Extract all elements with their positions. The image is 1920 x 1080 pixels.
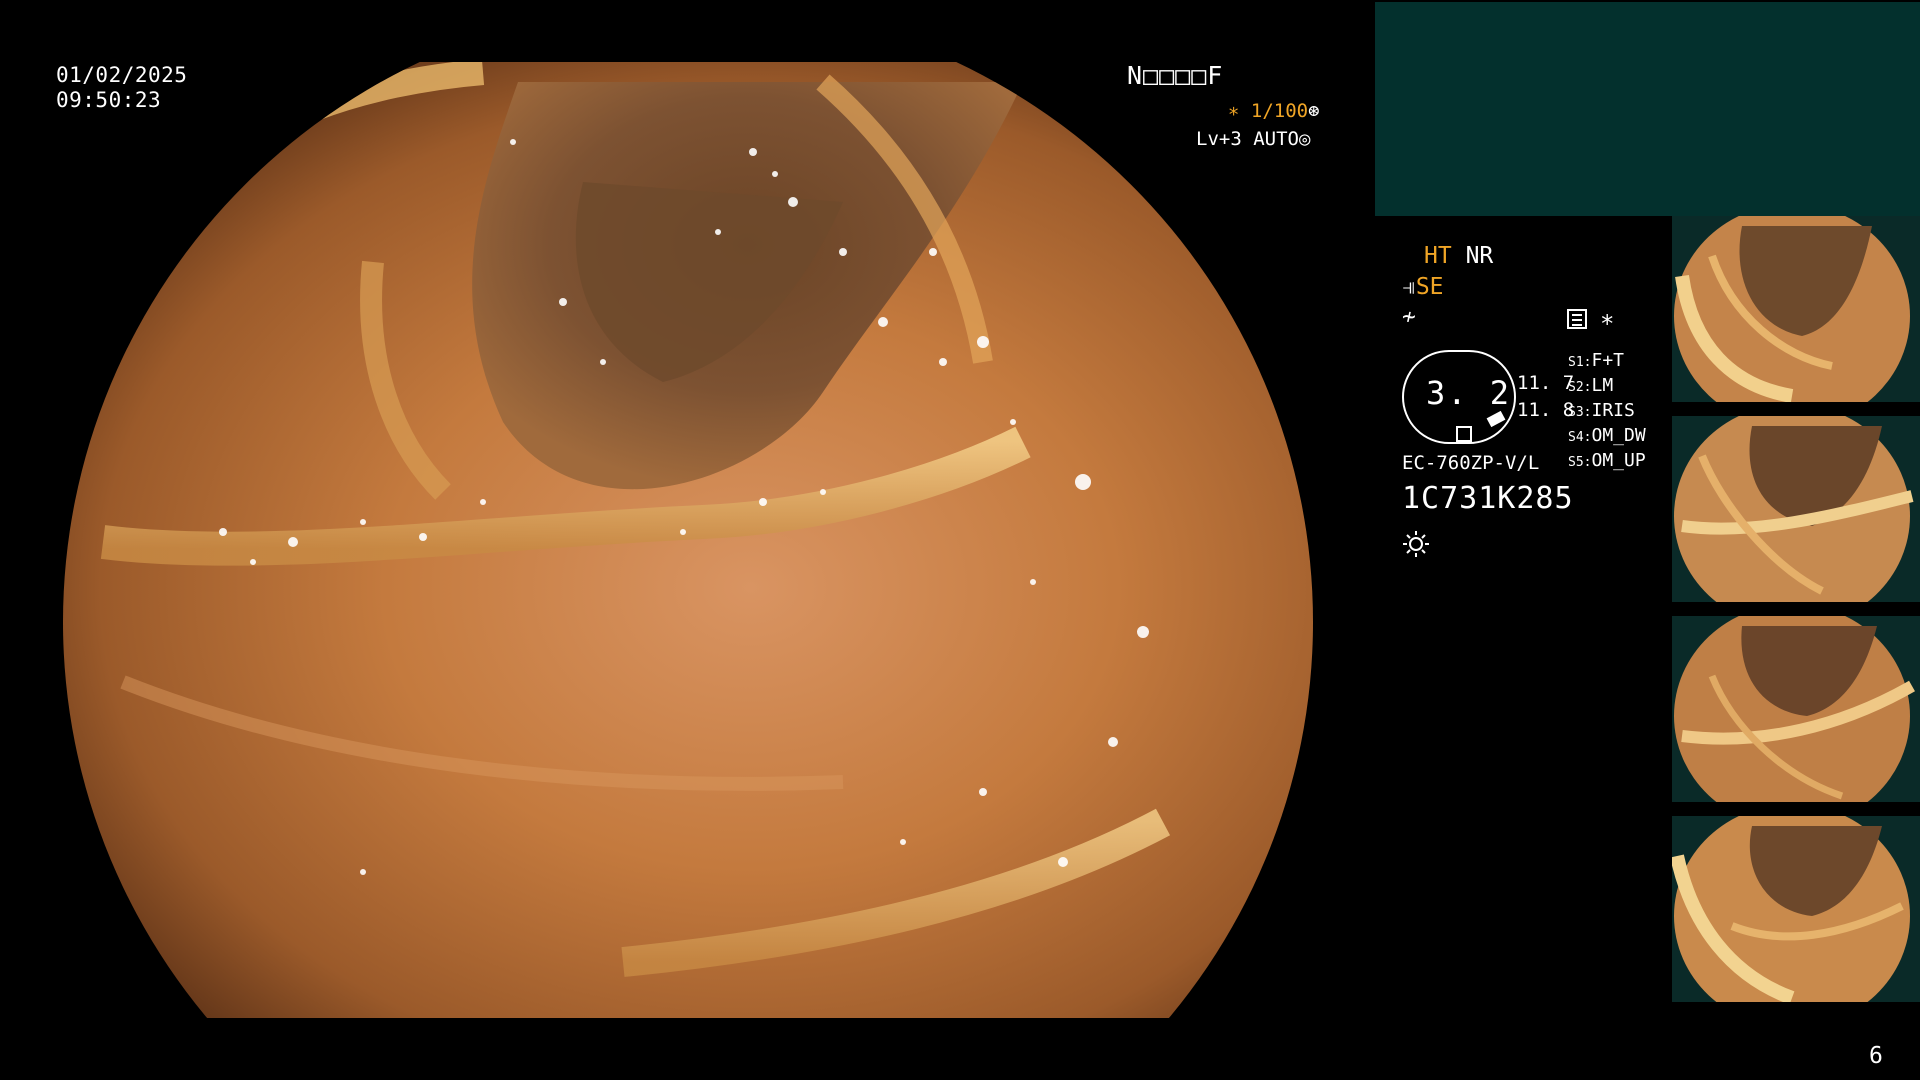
capture-thumbnail[interactable] [1672, 216, 1920, 402]
preset-s4: S4:OM_DW [1568, 425, 1646, 446]
light-level: Lv+3 AUTO◎ [1196, 128, 1310, 150]
ht-label: HT [1424, 243, 1452, 269]
info-panel [1375, 2, 1920, 216]
zoom-square-icon [1456, 426, 1472, 442]
zoom-value-b: 11. 8 [1517, 399, 1575, 421]
capture-thumbnail[interactable] [1672, 416, 1920, 602]
preset-value: OM_DW [1591, 425, 1646, 446]
date-text: 01/02/2025 [56, 63, 188, 87]
page-number: 6 [1869, 1043, 1883, 1069]
scope-tip-icon: ⫣ [1402, 274, 1416, 300]
preset-s2: S2:LM [1568, 375, 1613, 396]
time-text: 09:50:23 [56, 88, 162, 112]
target-icon: ◎ [1298, 128, 1311, 150]
memo-icon [1567, 309, 1587, 329]
zoom-value-a: 11. 7 [1517, 372, 1575, 394]
shutter-text: ∗ 1/100 [1228, 100, 1309, 122]
preset-value: F+T [1591, 350, 1624, 371]
scope-serial: 1C731K285 [1402, 481, 1574, 516]
preset-s1: S1:F+T [1568, 350, 1624, 371]
scope-model: EC-760ZP-V/L [1402, 452, 1540, 474]
preset-value: LM [1591, 375, 1614, 396]
enhancement-status: HT NR [1424, 243, 1493, 269]
brightness-icon [1403, 531, 1429, 557]
preset-key: S3: [1568, 405, 1592, 420]
capture-thumbnail[interactable] [1672, 616, 1920, 802]
preset-value: OM_UP [1591, 450, 1646, 471]
shutter-icon: ⊛ [1308, 100, 1320, 122]
preset-key: S2: [1568, 380, 1592, 395]
preset-key: S5: [1568, 455, 1592, 470]
preset-value: IRIS [1591, 400, 1635, 421]
preset-key: S4: [1568, 430, 1592, 445]
capture-asterisk: ∗ [1600, 305, 1615, 333]
endoscope-view [63, 62, 1313, 1018]
zoom-value: 3. 2 [1426, 374, 1512, 412]
shutter-speed: ∗ 1/100⊛ [1228, 100, 1320, 122]
flash-icon: ≁ [1402, 304, 1416, 330]
patient-id: N□□□□F [1127, 61, 1224, 90]
preset-s5: S5:OM_UP [1568, 450, 1646, 471]
preset-s3: S3:IRIS [1568, 400, 1635, 421]
se-label: SE [1415, 274, 1444, 300]
timestamp: 01/02/2025 09:50:23 [56, 63, 187, 113]
preset-key: S1: [1568, 355, 1592, 370]
nr-label: NR [1465, 243, 1494, 269]
capture-thumbnail[interactable] [1672, 816, 1920, 1002]
level-text: Lv+3 AUTO [1196, 128, 1299, 150]
structure-enhancement: ⫣SE [1402, 274, 1444, 300]
